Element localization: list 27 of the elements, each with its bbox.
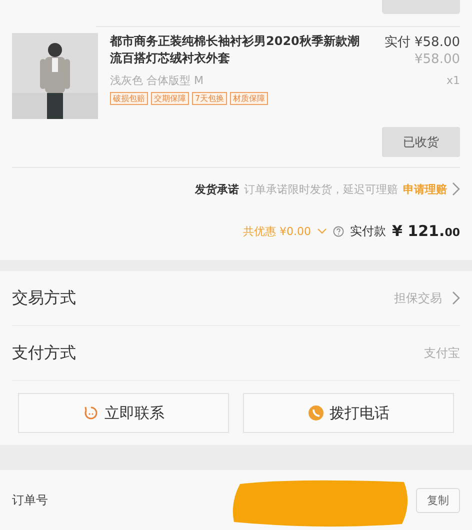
service-tag: 7天包换 <box>192 92 228 105</box>
promise-text: 订单承诺限时发货，延迟可理赔 <box>244 182 398 196</box>
total-amount: ¥ 121.00 <box>392 222 460 240</box>
info-label: 交易方式 <box>12 288 76 309</box>
copy-button[interactable]: 复制 <box>416 488 460 512</box>
service-tag: 交期保障 <box>151 92 189 105</box>
order-number-label: 订单号 <box>12 492 48 508</box>
chevron-right-icon <box>452 182 460 196</box>
received-button[interactable]: 已收货 <box>382 127 460 157</box>
paid-price: 实付 ¥58.00 <box>384 34 460 51</box>
service-tag: 材质保障 <box>230 92 268 105</box>
chevron-right-icon <box>452 291 460 306</box>
help-icon[interactable] <box>333 226 344 236</box>
promise-label: 发货承诺 <box>195 182 239 196</box>
chevron-down-icon <box>317 228 328 234</box>
quantity: x1 <box>446 74 460 87</box>
total-label: 实付款 <box>350 222 386 240</box>
contact-button[interactable]: 立即联系 <box>18 393 229 434</box>
unit-price: ¥58.00 <box>414 52 460 67</box>
info-value: 支付宝 <box>424 344 460 362</box>
service-tag: 破损包赔 <box>110 92 148 105</box>
chat-face-icon <box>82 405 98 422</box>
product-variant: 浅灰色 合体版型 M <box>110 73 204 88</box>
info-label: 支付方式 <box>12 342 76 364</box>
product-title[interactable]: 都市商务正装纯棉长袖衬衫男2020秋季新款潮流百搭灯芯绒衬衣外套 <box>110 33 360 67</box>
call-button[interactable]: 拨打电话 <box>243 393 454 434</box>
phone-icon <box>308 405 324 422</box>
